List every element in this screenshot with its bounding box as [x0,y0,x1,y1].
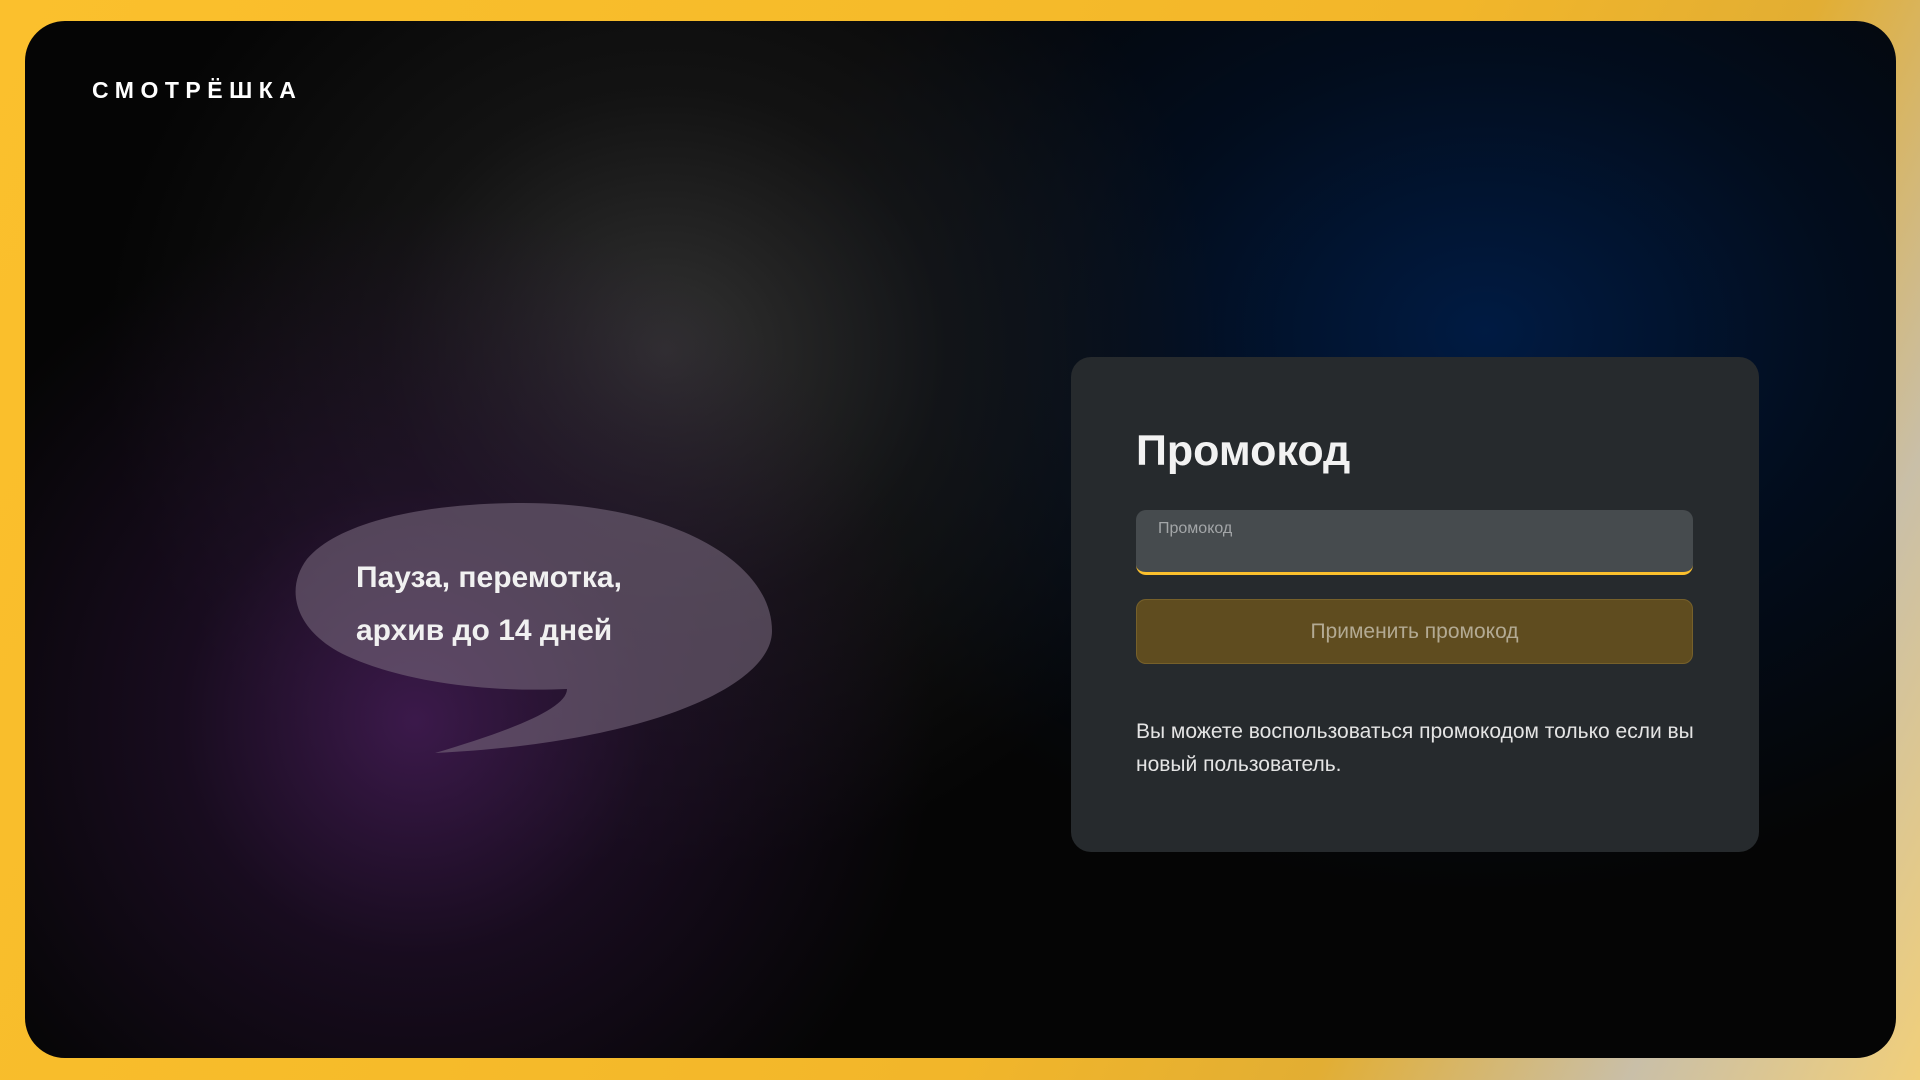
brand-logo: СМОТРЁШКА [92,77,303,103]
promo-code-card: Промокод Промокод Применить промокод Вы … [1071,357,1759,852]
app-frame: СМОТРЁШКА Пауза, перемотка, архив до 14 … [25,21,1896,1058]
feature-text: Пауза, перемотка, архив до 14 дней [356,551,716,657]
promo-hint-text: Вы можете воспользоваться промокодом тол… [1136,720,1694,776]
promo-code-field[interactable]: Промокод [1136,510,1693,575]
promo-card-title: Промокод [1136,427,1351,475]
apply-promo-code-button[interactable]: Применить промокод [1136,599,1693,664]
feature-text-line-2: архив до 14 дней [356,614,613,647]
feature-text-line-1: Пауза, перемотка, [356,561,622,594]
feature-speech-bubble: Пауза, перемотка, архив до 14 дней [277,481,777,761]
promo-code-field-label: Промокод [1158,520,1233,537]
promo-code-input[interactable] [1156,540,1666,568]
